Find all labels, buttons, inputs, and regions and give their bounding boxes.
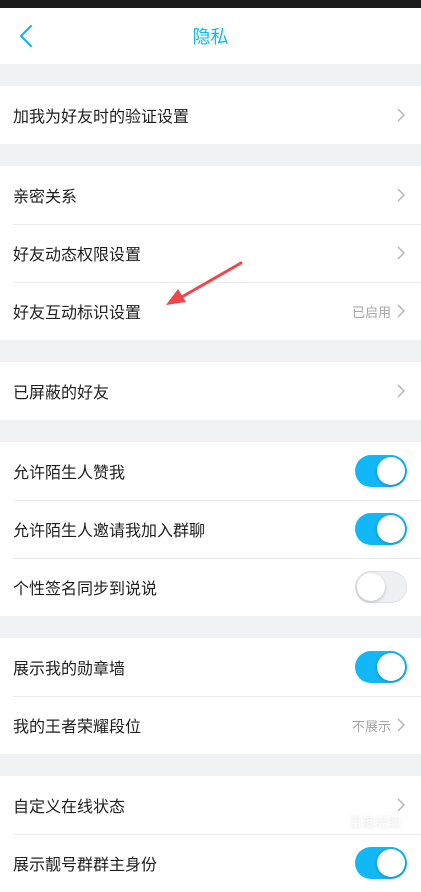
group-status: 自定义在线状态 展示靓号群群主身份 [0, 776, 421, 892]
chevron-right-icon [395, 797, 407, 813]
toggle-knob [377, 457, 405, 485]
chevron-right-icon [395, 303, 407, 319]
chevron-right-icon [395, 245, 407, 261]
row-feed-permissions[interactable]: 好友动态权限设置 [0, 224, 421, 282]
chevron-right-icon [395, 717, 407, 733]
row-label: 展示我的勋章墙 [13, 659, 126, 678]
row-label: 亲密关系 [13, 187, 78, 206]
chevron-right-icon [395, 383, 407, 399]
toggle-vip-group-owner[interactable] [355, 847, 407, 879]
row-intimate-relations[interactable]: 亲密关系 [0, 166, 421, 224]
row-label: 我的王者荣耀段位 [13, 717, 142, 736]
row-label: 好友动态权限设置 [13, 245, 142, 264]
row-game-rank[interactable]: 我的王者荣耀段位 不展示 [0, 696, 421, 754]
row-friend-verification[interactable]: 加我为好友时的验证设置 [0, 86, 421, 144]
row-stranger-likes: 允许陌生人赞我 [0, 442, 421, 500]
group-verification: 加我为好友时的验证设置 [0, 86, 421, 144]
row-blocked-friends[interactable]: 已屏蔽的好友 [0, 362, 421, 420]
row-interaction-badge[interactable]: 好友互动标识设置 已启用 [0, 282, 421, 340]
watermark: 百度经验 [348, 816, 401, 831]
nav-bar: 隐私 [0, 8, 421, 64]
toggle-knob [377, 653, 405, 681]
row-label: 加我为好友时的验证设置 [13, 107, 190, 126]
toggle-medal-wall[interactable] [355, 651, 407, 683]
back-button[interactable] [6, 16, 46, 56]
group-blocked: 已屏蔽的好友 [0, 362, 421, 420]
row-vip-group-owner: 展示靓号群群主身份 [0, 834, 421, 892]
row-value: 已启用 [351, 305, 391, 321]
row-label: 好友互动标识设置 [13, 303, 142, 322]
toggle-knob [377, 849, 405, 877]
chevron-left-icon [19, 24, 33, 48]
page-title: 隐私 [192, 27, 229, 48]
row-label: 个性签名同步到说说 [13, 579, 158, 598]
toggle-knob [377, 515, 405, 543]
chevron-right-icon [395, 187, 407, 203]
chevron-right-icon [395, 107, 407, 123]
toggle-knob [357, 573, 385, 601]
toggle-stranger-group-invite[interactable] [355, 513, 407, 545]
toggle-stranger-likes[interactable] [355, 455, 407, 487]
group-relations: 亲密关系 好友动态权限设置 好友互动标识设置 已启用 [0, 166, 421, 340]
toggle-signature-sync[interactable] [355, 571, 407, 603]
row-label: 自定义在线状态 [13, 797, 126, 816]
row-label: 已屏蔽的好友 [13, 383, 110, 402]
group-showcase: 展示我的勋章墙 我的王者荣耀段位 不展示 [0, 638, 421, 754]
row-value: 不展示 [351, 719, 391, 735]
row-signature-sync: 个性签名同步到说说 [0, 558, 421, 616]
status-bar [0, 0, 421, 8]
row-label: 允许陌生人邀请我加入群聊 [13, 521, 206, 540]
group-stranger-settings: 允许陌生人赞我 允许陌生人邀请我加入群聊 个性签名同步到说说 [0, 442, 421, 616]
row-stranger-group-invite: 允许陌生人邀请我加入群聊 [0, 500, 421, 558]
row-label: 展示靓号群群主身份 [13, 855, 158, 874]
row-medal-wall: 展示我的勋章墙 [0, 638, 421, 696]
row-label: 允许陌生人赞我 [13, 463, 126, 482]
